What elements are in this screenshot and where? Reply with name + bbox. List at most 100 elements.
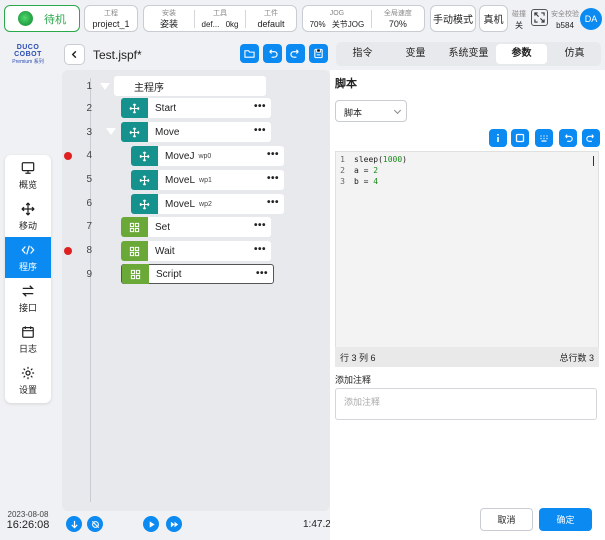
top-status-bar: 待机 工程 project_1 安装 姿装 工具 def... 0kg 工件 d… [0,0,605,36]
collapse-toggle-icon[interactable] [100,83,110,90]
redo-icon [290,49,299,58]
node-menu-button[interactable]: ••• [254,244,266,255]
waypoint-label: wp2 [199,200,212,208]
time-text: 16:26:08 [6,519,50,531]
waypoint-label: wp1 [199,176,212,184]
node-label: Wait [155,245,175,257]
node-menu-button[interactable]: ••• [267,149,279,160]
code-icon [21,244,35,255]
project-selector[interactable]: 工程 project_1 [84,5,138,32]
cancel-button[interactable]: 取消 [480,508,533,531]
tree-node-main[interactable]: 主程序 [114,76,266,96]
brand-logo: DUCO COBOT Premium 系列 [5,44,51,65]
redo-button[interactable] [286,44,305,63]
undo-button[interactable] [263,44,282,63]
tree-node-set[interactable]: Set ••• [121,217,271,237]
line-number: 3 [86,127,92,138]
collision-caption: 碰撞 [512,11,526,18]
script-type-select[interactable]: 脚本 [335,100,407,122]
note-input[interactable]: 添加注释 [335,388,597,420]
save-button[interactable] [309,44,328,63]
tree-node-movel-wp2[interactable]: MoveL wp2 ••• [131,194,284,214]
step-down-button[interactable] [66,516,82,532]
info-button[interactable] [489,129,507,147]
code-text: a = [354,166,374,175]
tree-node-script[interactable]: Script ••• [121,264,274,284]
nav-item-program[interactable]: 程序 [5,237,51,278]
install-caption: 安装 [162,9,176,17]
real-robot-button[interactable]: 真机 [479,5,508,32]
code-number: 4 [373,177,379,186]
calendar-icon [22,325,34,338]
nav-item-interface[interactable]: 接口 [5,278,51,319]
expand-icon[interactable] [531,9,548,26]
code-editor[interactable]: 1 sleep(1000) 2 a = 2 3 b = 4 [335,151,599,367]
line-number: 1 [86,81,92,92]
safety-caption: 安全校验 [551,11,579,18]
keyboard-icon [540,135,548,142]
editor-status-bar: 行 3 列 6 总行数 3 [335,347,599,367]
editor-undo-button[interactable] [559,129,577,147]
main-nav: 概览 移动 程序 接口 日志 设置 [5,155,51,403]
tab-parameters[interactable]: 参数 [496,44,547,64]
project-value: project_1 [92,18,130,29]
nav-label-settings: 设置 [18,384,37,395]
back-button[interactable] [64,44,85,65]
robot-status-button[interactable]: 待机 [4,5,80,32]
tree-node-movej-wp0[interactable]: MoveJ wp0 ••• [131,146,284,166]
speed-value: 70% [388,18,407,29]
nav-item-log[interactable]: 日志 [5,319,51,360]
breakpoint-toggle-button[interactable] [87,516,103,532]
keyboard-button[interactable] [535,129,553,147]
grid-node-icon [121,217,148,237]
file-toolbar: Test.jspf* [60,42,332,68]
tab-simulation[interactable]: 仿真 [549,44,600,64]
node-menu-button[interactable]: ••• [254,220,266,231]
cursor-position: 行 3 列 6 [340,352,376,363]
code-text: b = [354,177,374,186]
node-label: MoveL [165,174,196,186]
tab-instructions[interactable]: 指令 [337,44,388,64]
redo-icon [586,134,594,142]
grid-node-icon [121,241,148,261]
manual-mode-button[interactable]: 手动模式 [430,5,476,32]
tree-node-move[interactable]: Move ••• [121,122,271,142]
tab-system-variables[interactable]: 系统变量 [443,44,494,64]
node-menu-button[interactable]: ••• [254,125,266,136]
user-avatar[interactable]: DA [580,8,602,30]
select-value: 脚本 [344,108,363,118]
installation-selector[interactable]: 安装 姿装 工具 def... 0kg 工件 default [143,5,297,32]
line-number: 4 [86,150,92,161]
nav-item-move[interactable]: 移动 [5,196,51,237]
line-number: 9 [86,269,92,280]
node-label: Set [155,221,171,233]
frame-button[interactable] [511,129,529,147]
open-folder-button[interactable] [240,44,259,63]
speed-caption: 全局速度 [383,9,412,17]
tree-node-movel-wp1[interactable]: MoveL wp1 ••• [131,170,284,190]
nav-item-overview[interactable]: 概览 [5,155,51,196]
node-menu-button[interactable]: ••• [256,268,268,279]
tab-variables[interactable]: 变量 [390,44,441,64]
editor-scrollbar[interactable] [593,156,594,166]
jog-speed-selector[interactable]: JOG 70% 关节JOG 全局速度 70% [302,5,425,32]
collapse-toggle-icon[interactable] [106,128,116,135]
brand-subtitle: Premium 系列 [12,59,44,65]
jog-caption: JOG [329,9,345,17]
tree-node-wait[interactable]: Wait ••• [121,241,271,261]
line-number: 7 [86,221,92,232]
confirm-button[interactable]: 确定 [539,508,592,531]
status-indicator-icon [18,11,33,26]
node-menu-button[interactable]: ••• [267,197,279,208]
note-label: 添加注释 [335,375,372,385]
fast-forward-button[interactable] [166,516,182,532]
tree-node-start[interactable]: Start ••• [121,98,271,118]
move-node-icon [131,194,158,214]
panel-title: 脚本 [335,78,357,90]
nav-label-interface: 接口 [18,302,37,313]
play-button[interactable] [143,516,159,532]
nav-item-settings[interactable]: 设置 [5,360,51,401]
editor-redo-button[interactable] [582,129,600,147]
node-menu-button[interactable]: ••• [267,173,279,184]
node-menu-button[interactable]: ••• [254,101,266,112]
